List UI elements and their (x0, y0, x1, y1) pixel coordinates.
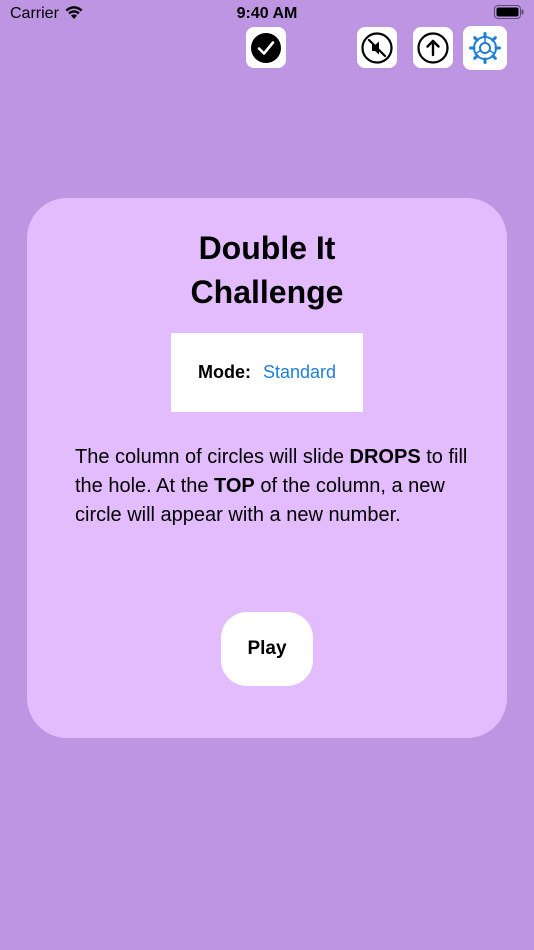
mode-selector: Mode: Standard (171, 333, 363, 412)
upload-button[interactable] (413, 27, 453, 68)
check-button[interactable] (246, 27, 286, 68)
clock: 9:40 AM (236, 5, 298, 22)
mute-button[interactable] (357, 27, 397, 68)
battery-icon (494, 5, 524, 19)
status-bar: Carrier 9:40 AM (0, 0, 534, 28)
mode-label: Mode: (197, 362, 251, 382)
settings-button[interactable] (463, 26, 507, 70)
title-line-1: Double It (198, 230, 336, 266)
mute-icon (361, 31, 393, 64)
mode-value-link[interactable]: Standard (263, 362, 336, 383)
instructions-text: The column of circles will slide DROPS t… (75, 443, 475, 530)
instructions-part-1: The column of circles will slide (75, 446, 350, 468)
upload-icon (417, 31, 449, 64)
title-line-2: Challenge (190, 274, 344, 310)
screen: Carrier 9:40 AM Double It Challenge Mode… (0, 0, 534, 950)
check-circle-icon (250, 32, 282, 64)
play-button[interactable]: Play (221, 612, 313, 686)
gear-icon (468, 31, 502, 65)
instructions-bold-2: TOP (214, 475, 255, 497)
instructions-bold-1: DROPS (349, 446, 421, 468)
game-card: Double It Challenge Mode: Standard The c… (27, 198, 507, 738)
card-title: Double It Challenge (27, 226, 507, 314)
